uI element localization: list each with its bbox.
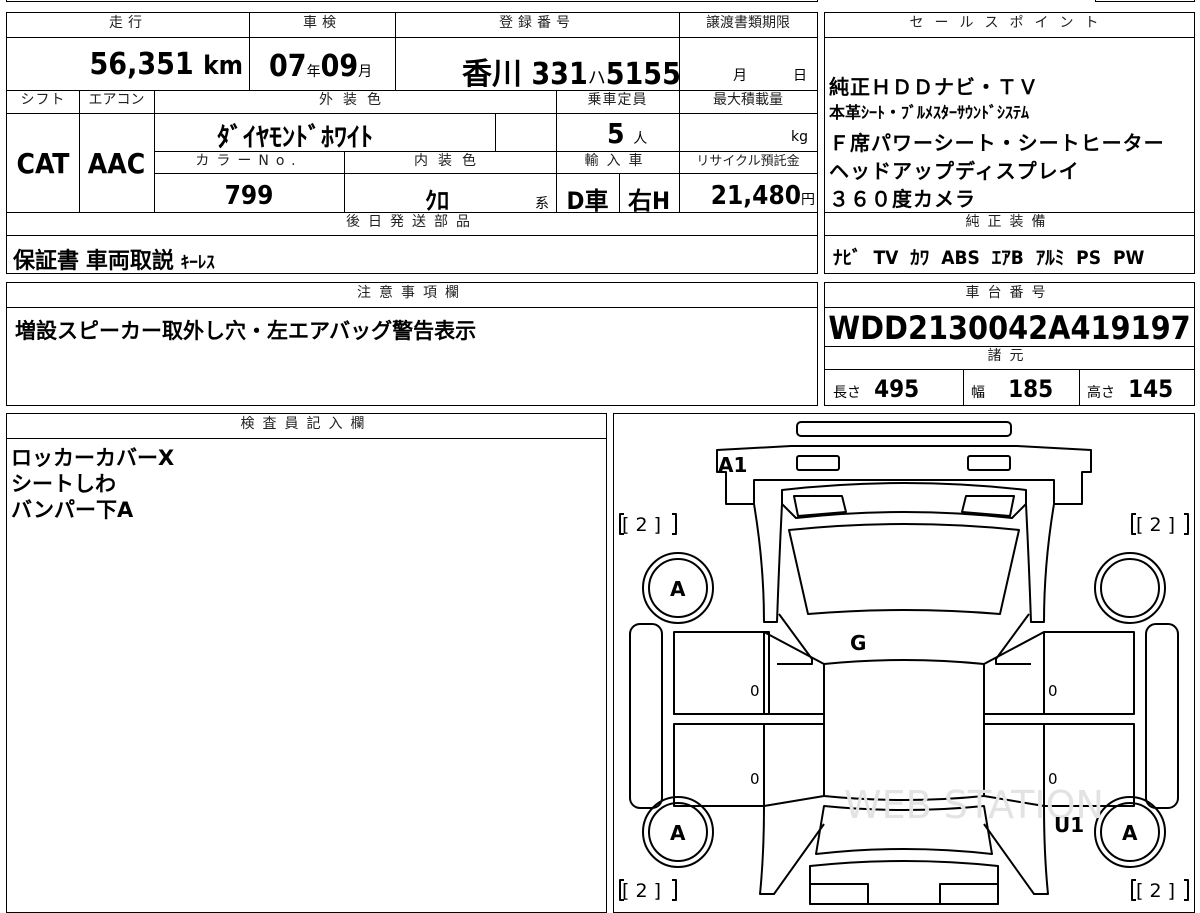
genuine-equipment-value: ﾅﾋﾞ TV ｶﾜ ABS ｴｱB ｱﾙﾐ PS PW	[833, 247, 1145, 269]
aircon-value: AAC	[87, 147, 146, 180]
mileage-value: 56,351 km	[89, 47, 243, 82]
sales-point-panel: セールスポイント 純正ＨＤＤナビ・ＴＶ 本革ｼｰﾄ・ﾌﾞﾙﾒｽﾀｰｻｳﾝﾄﾞｼｽﾃ…	[824, 12, 1195, 274]
spec-width: 幅 185	[971, 375, 1054, 403]
specs-header: 諸元	[987, 348, 1032, 364]
inspection-header: 車検	[303, 15, 341, 31]
front-bumper-mark: A1	[718, 453, 747, 477]
sales-point-item: 本革ｼｰﾄ・ﾌﾞﾙﾒｽﾀｰｻｳﾝﾄﾞｼｽﾃﾑ	[829, 103, 1030, 122]
tire-rl-mark: [ 2 ]	[622, 880, 661, 902]
capacity-header: 乗車定員	[587, 92, 648, 108]
handle-value: 右H	[627, 187, 671, 215]
registration-header: 登録番号	[499, 15, 575, 31]
door-mark-rear-right: 0	[1048, 770, 1058, 788]
max-load-unit: kg	[791, 129, 808, 145]
interior-color-value: ｸﾛ	[425, 187, 449, 215]
headlamp-right	[967, 455, 1011, 471]
rear-fender-left	[759, 805, 825, 895]
recycle-header: リサイクル預託金	[696, 154, 800, 169]
sales-point-item: 純正ＨＤＤナビ・ＴＶ	[829, 75, 1039, 99]
door-front-right-panel	[1043, 631, 1135, 715]
color-no-header: カラーNo.	[195, 153, 303, 169]
transfer-deadline-header: 譲渡書類期限	[706, 15, 790, 31]
spec-length: 長さ 495	[833, 375, 920, 403]
inspector-panel: 検査員記入欄 ロッカーカバーX シートしわ バンパー下A	[6, 413, 607, 913]
door-rear-left-panel	[673, 723, 765, 807]
car-diagram: WEB STATION A1 G U1 A A A [ 2 ] [ 2 ] [ …	[619, 421, 1189, 905]
mileage-header: 走行	[109, 15, 147, 31]
notes-panel: 注意事項欄 増設スピーカー取外し穴・左エアバッグ警告表示	[6, 282, 818, 406]
car-diagram-panel: WEB STATION A1 G U1 A A A [ 2 ] [ 2 ] [ …	[613, 413, 1195, 913]
inspection-value: 07年09月	[269, 49, 373, 84]
shift-value: CAT	[16, 147, 70, 180]
deadline-day: 日	[793, 68, 807, 84]
color-no-value: 799	[224, 181, 274, 211]
tire-rr-mark: [ 2 ]	[1136, 880, 1175, 902]
door-mark-front-left: 0	[750, 682, 760, 700]
inspector-header: 検査員記入欄	[240, 416, 373, 432]
recycle-value: 21,480円	[710, 181, 815, 211]
door-front-left-panel	[673, 631, 765, 715]
windshield-mark: G	[850, 631, 866, 655]
chassis-header: 車台番号	[965, 285, 1054, 301]
rocker-right	[1145, 623, 1179, 809]
top-clipped-row	[6, 0, 818, 2]
sales-point-item: Ｆ席パワーシート・シートヒーター	[829, 131, 1165, 155]
sales-point-item: ３６０度カメラ	[829, 187, 976, 211]
hood	[781, 482, 1027, 519]
capacity-value: 5 人	[607, 117, 648, 150]
interior-color-suffix: 系	[535, 196, 549, 212]
rear-quarter-mark: U1	[1054, 813, 1084, 837]
front-fender-left	[753, 503, 783, 623]
sales-point-item: ヘッドアップディスプレイ	[829, 159, 1080, 183]
sales-point-header: セールスポイント	[909, 15, 1110, 31]
interior-color-header: 内装色	[414, 153, 486, 169]
inspector-note-item: バンパー下A	[11, 498, 134, 522]
rocker-left	[629, 623, 663, 809]
front-bumper	[716, 445, 1092, 505]
exterior-color-header: 外装色	[319, 92, 391, 108]
trunk	[809, 860, 999, 905]
roof	[823, 659, 985, 801]
vehicle-info-table: 走行 車検 登録番号 譲渡書類期限 56,351 km 07年09月 香川 33…	[6, 12, 818, 274]
later-parts-value: 保証書 車両取説 ｷｰﾚｽ	[13, 249, 215, 274]
door-mark-rear-left: 0	[750, 770, 760, 788]
max-load-header: 最大積載量	[713, 92, 783, 108]
import-type-value: D車	[566, 187, 609, 215]
door-front-left	[673, 631, 770, 715]
chassis-number: WDD2130042A419197	[828, 309, 1191, 347]
headlamp-left	[796, 455, 840, 471]
top-clipped-row-right	[1095, 0, 1195, 2]
tire-fl-mark: [ 2 ]	[622, 514, 661, 536]
front-bumper-top	[796, 421, 1012, 437]
tire-fr-mark: [ 2 ]	[1136, 514, 1175, 536]
registration-number: 香川 331ハ5155	[462, 57, 681, 92]
aircon-header: エアコン	[88, 92, 145, 108]
import-header: 輸入車	[584, 153, 651, 169]
exterior-color-value: ﾀﾞｲﾔﾓﾝﾄﾞﾎﾜｲﾄ	[217, 123, 374, 153]
wheel-fl-mark: A	[670, 577, 686, 601]
windshield	[788, 523, 1020, 615]
chassis-panel: 車台番号 WDD2130042A419197 諸元 長さ 495 幅 185 高…	[824, 282, 1195, 406]
shift-header: シフト	[20, 92, 66, 108]
notes-value: 増設スピーカー取外し穴・左エアバッグ警告表示	[15, 319, 477, 343]
deadline-month: 月	[733, 68, 747, 84]
wheel-front-right	[1094, 552, 1166, 624]
spec-height: 高さ 145	[1087, 375, 1174, 403]
front-fender-right	[1025, 503, 1055, 623]
wheel-rr-mark: A	[1122, 821, 1138, 845]
wheel-rl-mark: A	[670, 821, 686, 845]
door-mark-front-right: 0	[1048, 682, 1058, 700]
later-parts-header: 後日発送部品	[346, 214, 478, 230]
genuine-equipment-header: 純正装備	[965, 214, 1054, 230]
notes-header: 注意事項欄	[357, 285, 467, 301]
